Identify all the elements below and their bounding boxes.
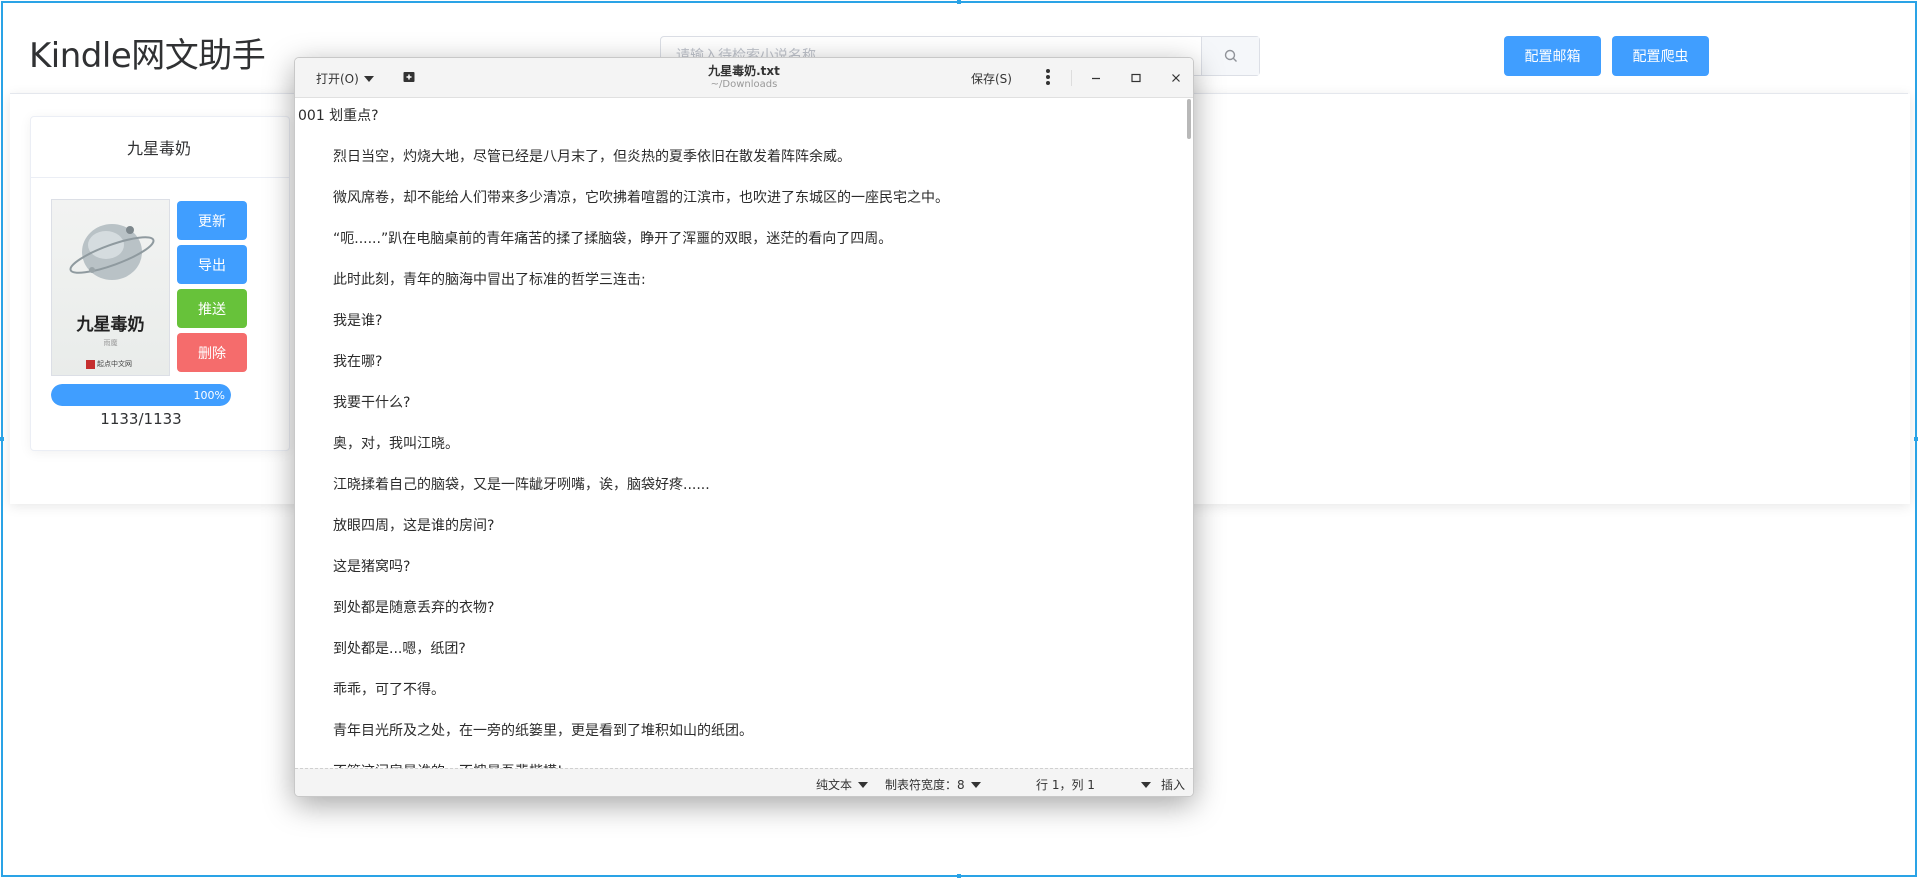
editor-filepath: ~/Downloads — [710, 79, 778, 90]
resize-handle[interactable] — [0, 437, 4, 441]
menu-button[interactable] — [1045, 68, 1051, 89]
book-cover: 九星毒奶 雨魔 起点中文网 — [51, 199, 170, 376]
editor-filename: 九星毒奶.txt — [708, 64, 780, 78]
editor-text-area[interactable]: 001 划重点? 烈日当空，灼烧大地，尽管已经是八月末了，但炎热的夏季依旧在散发… — [295, 99, 1193, 769]
text-line: 烈日当空，灼烧大地，尽管已经是八月末了，但炎热的夏季依旧在散发着阵阵余威。 — [333, 149, 851, 165]
editor-status-bar: 纯文本 制表符宽度：8 行 1，列 1 插入 — [295, 768, 1193, 796]
tab-width-selector[interactable]: 制表符宽度：8 — [885, 776, 981, 793]
vertical-scrollbar[interactable] — [1187, 99, 1191, 139]
chevron-down-icon — [970, 781, 981, 788]
text-line: 我在哪? — [333, 354, 383, 370]
cursor-position-selector[interactable]: 行 1，列 1 — [1036, 776, 1151, 793]
search-button[interactable] — [1201, 37, 1259, 75]
cover-title: 九星毒奶 — [76, 315, 145, 335]
text-line: “呃......”趴在电脑桌前的青年痛苦的揉了揉脑袋，睁开了浑噩的双眼，迷茫的看… — [333, 231, 893, 247]
update-button[interactable]: 更新 — [177, 201, 247, 240]
text-line: 我是谁? — [333, 313, 383, 329]
editor-header-bar: 打开(O) 九星毒奶.txt ~/Downloads 保存(S) — [295, 58, 1193, 98]
publisher-logo-icon — [86, 359, 95, 369]
text-line: 微风席卷，却不能给人们带来多少清凉，它吹拂着喧嚣的江滨市，也吹进了东城区的一座民… — [333, 190, 949, 206]
cover-publisher-name: 起点中文网 — [97, 360, 132, 368]
text-line: 江晓揉着自己的脑袋，又是一阵龇牙咧嘴，诶，脑袋好疼...... — [333, 477, 710, 493]
export-button[interactable]: 导出 — [177, 245, 247, 284]
text-editor-window: 打开(O) 九星毒奶.txt ~/Downloads 保存(S) 001 划重点… — [294, 57, 1194, 797]
push-button[interactable]: 推送 — [177, 289, 247, 328]
insert-mode-indicator[interactable]: 插入 — [1161, 776, 1185, 793]
progress-bar: 100% — [51, 384, 231, 406]
app-title: Kindle网文助手 — [29, 36, 266, 76]
text-line: 乖乖，可了不得。 — [333, 682, 445, 698]
cover-publisher: 起点中文网 — [86, 359, 132, 369]
minimize-icon — [1092, 77, 1100, 80]
syntax-label: 纯文本 — [816, 778, 853, 792]
text-line: 到处都是...嗯，纸团? — [333, 641, 466, 657]
text-line: 奥，对，我叫江晓。 — [333, 436, 459, 452]
resize-handle[interactable] — [957, 874, 961, 878]
progress-text: 100% — [193, 388, 225, 402]
delete-button[interactable]: 删除 — [177, 333, 247, 372]
chevron-down-icon — [858, 781, 869, 788]
text-line: 我要干什么? — [333, 395, 411, 411]
config-email-button[interactable]: 配置邮箱 — [1504, 36, 1601, 76]
syntax-selector[interactable]: 纯文本 — [816, 776, 869, 793]
maximize-icon — [1131, 73, 1141, 83]
save-button[interactable]: 保存(S) — [971, 70, 1012, 87]
book-title: 九星毒奶 — [31, 117, 289, 178]
more-vertical-icon — [1046, 69, 1050, 85]
text-line: 这是猪窝吗? — [333, 559, 411, 575]
tab-width-label: 制表符宽度：8 — [885, 778, 965, 792]
chevron-down-icon — [1140, 781, 1151, 788]
maximize-button[interactable] — [1126, 68, 1146, 88]
resize-handle[interactable] — [957, 0, 961, 4]
chapter-count: 1133/1133 — [100, 410, 182, 428]
resize-handle[interactable] — [1914, 437, 1918, 441]
text-line: 此时此刻，青年的脑海中冒出了标准的哲学三连击: — [333, 272, 646, 288]
close-icon — [1172, 74, 1180, 82]
cursor-position-label: 行 1，列 1 — [1036, 778, 1095, 792]
text-line: 001 划重点? — [298, 108, 379, 124]
minimize-button[interactable] — [1086, 68, 1106, 88]
cover-planet-image — [69, 224, 155, 280]
text-line: 到处都是随意丢弃的衣物? — [333, 600, 495, 616]
text-line: 放眼四周，这是谁的房间? — [333, 518, 495, 534]
search-icon — [1224, 49, 1237, 62]
header-separator — [1071, 70, 1072, 86]
cover-author: 雨魔 — [103, 339, 118, 347]
text-line: 青年目光所及之处，在一旁的纸篓里，更是看到了堆积如山的纸团。 — [333, 723, 753, 739]
progress-fill: 100% — [51, 384, 231, 406]
close-button[interactable] — [1166, 68, 1186, 88]
config-crawler-button[interactable]: 配置爬虫 — [1612, 36, 1709, 76]
book-card: 九星毒奶 九星毒奶 雨魔 起点中文网 更新 导出 推送 删除 100% 1133… — [30, 116, 290, 451]
